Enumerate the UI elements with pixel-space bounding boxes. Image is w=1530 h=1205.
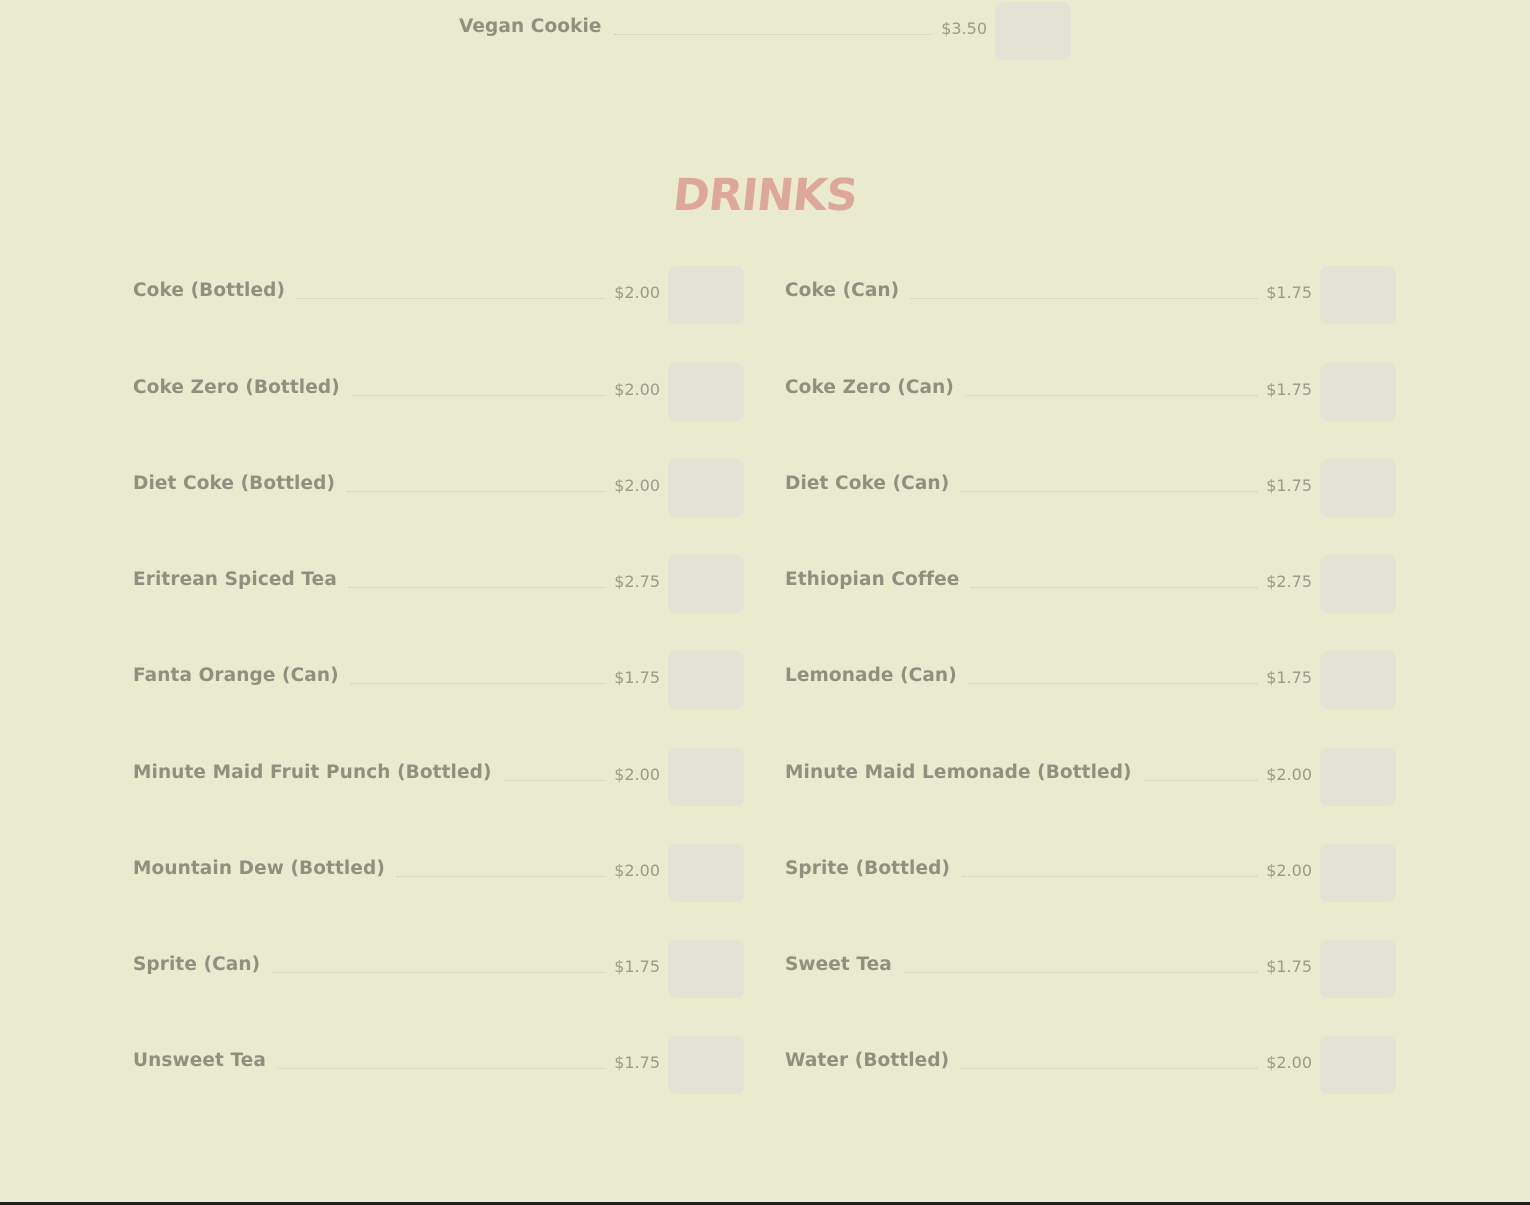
- add-item-button[interactable]: [668, 844, 744, 902]
- dotted-leader: [503, 761, 606, 781]
- item-name: Unsweet Tea: [133, 1050, 266, 1071]
- item-price: $2.00: [614, 476, 660, 495]
- menu-item: Coke Zero (Bottled) $2.00: [133, 363, 744, 434]
- item-name: Vegan Cookie: [459, 16, 602, 37]
- menu-item: Mountain Dew (Bottled) $2.00: [133, 844, 744, 915]
- item-name: Ethiopian Coffee: [785, 569, 960, 590]
- menu-item: Sweet Tea $1.75: [785, 940, 1396, 1011]
- dotted-leader: [911, 279, 1258, 299]
- menu-item: Sprite (Bottled) $2.00: [785, 844, 1396, 915]
- dotted-leader: [347, 472, 606, 492]
- add-item-button[interactable]: [1320, 651, 1396, 709]
- add-item-button[interactable]: [668, 748, 744, 806]
- item-price: $2.75: [1266, 572, 1312, 591]
- menu-item: Diet Coke (Can) $1.75: [785, 459, 1396, 530]
- item-name: Water (Bottled): [785, 1050, 950, 1071]
- add-item-button[interactable]: [668, 940, 744, 998]
- dotted-leader: [297, 279, 606, 299]
- dotted-leader: [613, 15, 933, 35]
- dotted-leader: [961, 1049, 1258, 1069]
- item-name: Diet Coke (Bottled): [133, 473, 336, 494]
- dotted-leader: [272, 953, 606, 973]
- item-price: $3.50: [941, 19, 987, 38]
- item-price: $1.75: [614, 1053, 660, 1072]
- item-price: $1.75: [1266, 668, 1312, 687]
- add-item-button[interactable]: [1320, 363, 1396, 421]
- item-price: $1.75: [614, 957, 660, 976]
- item-name: Coke Zero (Can): [785, 377, 954, 398]
- add-item-button[interactable]: [1320, 555, 1396, 613]
- add-item-button[interactable]: [1320, 940, 1396, 998]
- item-price: $2.00: [614, 861, 660, 880]
- item-price: $1.75: [1266, 476, 1312, 495]
- menu-item: Ethiopian Coffee $2.75: [785, 555, 1396, 626]
- menu-item: Coke Zero (Can) $1.75: [785, 363, 1396, 434]
- menu-item: Sprite (Can) $1.75: [133, 940, 744, 1011]
- item-name: Coke (Can): [785, 280, 900, 301]
- add-item-button[interactable]: [668, 459, 744, 517]
- section-title-drinks: DRINKS: [670, 170, 860, 221]
- dotted-leader: [965, 376, 1258, 396]
- item-price: $1.75: [614, 668, 660, 687]
- item-name: Sprite (Can): [133, 954, 261, 975]
- menu-item: Vegan Cookie $3.50: [459, 2, 1071, 73]
- item-name: Mountain Dew (Bottled): [133, 858, 385, 879]
- dotted-leader: [962, 857, 1258, 877]
- item-price: $2.00: [614, 380, 660, 399]
- add-item-button[interactable]: [995, 2, 1071, 60]
- add-item-button[interactable]: [668, 651, 744, 709]
- item-price: $1.75: [1266, 957, 1312, 976]
- dotted-leader: [396, 857, 606, 877]
- item-price: $1.75: [1266, 283, 1312, 302]
- menu-item: Minute Maid Lemonade (Bottled) $2.00: [785, 748, 1396, 819]
- item-name: Coke Zero (Bottled): [133, 377, 340, 398]
- add-item-button[interactable]: [1320, 844, 1396, 902]
- menu-item: Minute Maid Fruit Punch (Bottled) $2.00: [133, 748, 744, 819]
- dotted-leader: [968, 664, 1258, 684]
- menu-item: Water (Bottled) $2.00: [785, 1036, 1396, 1107]
- item-name: Eritrean Spiced Tea: [133, 569, 337, 590]
- menu-item: Eritrean Spiced Tea $2.75: [133, 555, 744, 626]
- item-price: $2.00: [614, 765, 660, 784]
- menu-item: Coke (Bottled) $2.00: [133, 266, 744, 337]
- dotted-leader: [1143, 761, 1258, 781]
- item-name: Coke (Bottled): [133, 280, 286, 301]
- add-item-button[interactable]: [1320, 748, 1396, 806]
- dotted-leader: [961, 472, 1258, 492]
- item-name: Fanta Orange (Can): [133, 665, 339, 686]
- dotted-leader: [903, 953, 1258, 973]
- item-name: Sweet Tea: [785, 954, 892, 975]
- item-price: $2.00: [1266, 861, 1312, 880]
- item-price: $1.75: [1266, 380, 1312, 399]
- item-name: Minute Maid Lemonade (Bottled): [785, 762, 1132, 783]
- menu-item: Fanta Orange (Can) $1.75: [133, 651, 744, 722]
- dotted-leader: [971, 568, 1258, 588]
- item-name: Diet Coke (Can): [785, 473, 950, 494]
- menu-item: Diet Coke (Bottled) $2.00: [133, 459, 744, 530]
- item-name: Lemonade (Can): [785, 665, 957, 686]
- add-item-button[interactable]: [668, 555, 744, 613]
- dotted-leader: [277, 1049, 606, 1069]
- menu-item: Coke (Can) $1.75: [785, 266, 1396, 337]
- add-item-button[interactable]: [668, 363, 744, 421]
- item-price: $2.00: [1266, 765, 1312, 784]
- add-item-button[interactable]: [1320, 459, 1396, 517]
- add-item-button[interactable]: [668, 1036, 744, 1094]
- item-price: $2.00: [1266, 1053, 1312, 1072]
- dotted-leader: [350, 664, 606, 684]
- item-name: Minute Maid Fruit Punch (Bottled): [133, 762, 492, 783]
- dotted-leader: [348, 568, 606, 588]
- add-item-button[interactable]: [1320, 266, 1396, 324]
- dotted-leader: [351, 376, 606, 396]
- add-item-button[interactable]: [668, 266, 744, 324]
- item-price: $2.75: [614, 572, 660, 591]
- add-item-button[interactable]: [1320, 1036, 1396, 1094]
- item-name: Sprite (Bottled): [785, 858, 951, 879]
- menu-item: Unsweet Tea $1.75: [133, 1036, 744, 1107]
- item-price: $2.00: [614, 283, 660, 302]
- menu-item: Lemonade (Can) $1.75: [785, 651, 1396, 722]
